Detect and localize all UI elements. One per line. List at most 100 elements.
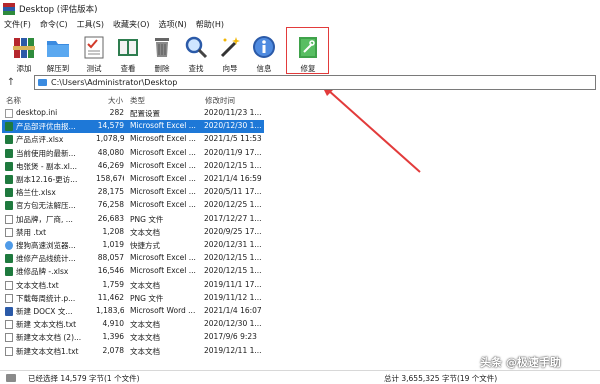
file-type: 文本文档 [130, 346, 160, 356]
file-name: 当前使用的最新... [16, 148, 76, 158]
file-row[interactable]: 下载每周统计.p... 11,462 PNG 文件 2019/11/12 1... [0, 292, 600, 305]
file-row[interactable]: 文本文档.txt 1,759 文本文档 2019/11/1 17... [0, 279, 600, 292]
file-date: 2020/12/31 1... [204, 240, 262, 249]
file-size: 88,057 [97, 253, 124, 263]
file-date: 2020/12/15 1... [204, 253, 262, 263]
file-name: 产品点评.xlsx [16, 135, 64, 145]
excel-file-icon [5, 161, 13, 171]
title-bar: Desktop (评估版本) [0, 0, 600, 17]
column-type[interactable]: 类型 [130, 95, 145, 106]
menu-help[interactable]: 帮助(H) [196, 19, 224, 30]
file-name: 产品部评优由报... [16, 122, 76, 132]
file-row[interactable]: 搜狗高速浏览器... 1,019 快捷方式 2020/12/31 1... [0, 239, 600, 252]
status-selected: 已经选择 14,579 字节(1 个文件) [28, 374, 140, 383]
file-size: 11,462 [97, 292, 124, 302]
file-size: 14,579 [97, 121, 124, 131]
file-row[interactable]: 维修产品线统计... 88,057 Microsoft Excel ... 2020/… [0, 252, 600, 265]
file-type: 文本文档 [130, 333, 160, 343]
menu-file[interactable]: 文件(F) [4, 19, 31, 30]
find-button[interactable]: 查找 [178, 32, 214, 74]
file-name: 新建文本文档 (2)... [16, 333, 82, 343]
excel-file-icon [5, 148, 13, 158]
file-type: Microsoft Excel ... [130, 147, 196, 157]
delete-button[interactable]: 删除 [144, 32, 180, 74]
test-label: 测试 [86, 64, 102, 73]
repair-highlight-box [286, 27, 329, 74]
file-date: 2017/12/27 1... [204, 213, 262, 223]
file-size: 16,546 [97, 266, 124, 276]
file-date: 2020/12/30 1... [204, 121, 262, 131]
view-button[interactable]: 查看 [110, 32, 146, 74]
file-row[interactable]: 禁用 .txt 1,208 文本文档 2020/9/25 17... [0, 226, 600, 239]
file-row[interactable]: 新建文本文档 (2)... 1,396 文本文档 2017/9/6 9:23 [0, 331, 600, 344]
trash-icon [149, 34, 175, 60]
books-archive-icon [11, 34, 37, 60]
file-size: 158,676 [96, 174, 124, 183]
status-total: 总计 3,655,325 字节(19 个文件) [384, 374, 498, 383]
column-name[interactable]: 名称 [6, 95, 21, 106]
column-size[interactable]: 大小 [108, 95, 123, 106]
file-name: 搜狗高速浏览器... [16, 241, 76, 250]
word-file-icon [5, 307, 13, 316]
add-button[interactable]: 添加 [6, 32, 42, 74]
file-row[interactable]: 电张煲 - 副本.xl... 46,269 Microsoft Excel ... 2… [0, 160, 600, 173]
file-type: Microsoft Excel ... [130, 253, 196, 263]
info-icon [251, 34, 277, 60]
file-name: desktop.ini [16, 108, 58, 117]
shortcut-icon [5, 241, 13, 250]
menu-tools[interactable]: 工具(S) [77, 19, 104, 30]
png-file-icon [5, 293, 13, 303]
address-field[interactable]: C:\Users\Administrator\Desktop [34, 75, 596, 90]
excel-file-icon [5, 201, 13, 211]
drive-status-icon [6, 373, 16, 382]
winrar-app-icon [3, 2, 15, 15]
file-row[interactable]: 当前使用的最新... 48,080 Microsoft Excel ... 2020/… [0, 147, 600, 160]
file-row[interactable]: 官方包无法解压... 76,258 Microsoft Excel ... 2020/… [0, 199, 600, 212]
file-size: 46,269 [97, 160, 124, 170]
file-row[interactable]: 新建 文本文档.txt 4,910 文本文档 2020/12/30 1... [0, 318, 600, 331]
file-row[interactable]: 格兰仕.xlsx 28,175 Microsoft Excel ... 2020/5/… [0, 186, 600, 199]
menu-favorites[interactable]: 收藏夹(O) [113, 19, 150, 30]
file-name: 电张煲 - 副本.xl... [16, 161, 78, 171]
file-size: 1,208 [102, 226, 124, 236]
file-date: 2020/12/15 1... [204, 160, 262, 170]
file-row[interactable]: 副本12.16-更访... 158,676 Microsoft Excel ... 2… [0, 173, 600, 186]
file-size: 1,183,677 [96, 306, 124, 315]
config-file-icon [5, 109, 13, 118]
excel-file-icon [5, 135, 13, 145]
file-size: 28,175 [97, 187, 124, 197]
excel-file-icon [5, 175, 13, 184]
magnifier-icon [183, 34, 209, 60]
file-row[interactable]: desktop.ini 282 配置设置 2020/11/23 1... [0, 107, 600, 120]
file-type: PNG 文件 [130, 214, 164, 224]
file-row[interactable]: 产品部评优由报... 14,579 Microsoft Excel ... 2020/… [0, 120, 600, 134]
folder-icon [45, 34, 71, 60]
wizard-button[interactable]: 向导 [212, 32, 248, 74]
column-modified[interactable]: 修改时间 [205, 95, 235, 106]
file-name: 维修品牌 -.xlsx [16, 267, 69, 277]
file-row[interactable]: 产品点评.xlsx 1,078,959 Microsoft Excel ... 202… [0, 133, 600, 146]
file-size: 1,078,959 [96, 134, 124, 144]
address-bar: ↑ C:\Users\Administrator\Desktop [0, 74, 600, 91]
test-button[interactable]: 测试 [76, 32, 112, 74]
info-button[interactable]: 信息 [246, 32, 282, 74]
menu-command[interactable]: 命令(C) [40, 19, 68, 30]
text-file-icon [5, 320, 13, 330]
extract-button[interactable]: 解压到 [40, 32, 76, 74]
view-label: 查看 [120, 64, 136, 73]
up-arrow-icon[interactable]: ↑ [0, 77, 22, 88]
file-name: 官方包无法解压... [16, 201, 76, 211]
text-file-icon [5, 333, 13, 343]
file-type: Microsoft Excel ... [130, 174, 196, 183]
file-row[interactable]: 新建 DOCX 文... 1,183,677 Microsoft Word ... 2… [0, 305, 600, 318]
file-size: 48,080 [97, 147, 124, 157]
file-row[interactable]: 加品牌，厂商, ... 26,683 PNG 文件 2017/12/27 1... [0, 213, 600, 226]
file-row[interactable]: 维修品牌 -.xlsx 16,546 Microsoft Excel ... 2020… [0, 265, 600, 278]
file-name: 新建 文本文档.txt [16, 320, 77, 330]
file-size: 26,683 [97, 213, 124, 223]
menu-options[interactable]: 选项(N) [159, 19, 187, 30]
delete-label: 删除 [154, 64, 170, 73]
file-type: Microsoft Excel ... [130, 200, 196, 210]
excel-file-icon [5, 267, 13, 277]
file-size: 4,910 [102, 319, 124, 329]
